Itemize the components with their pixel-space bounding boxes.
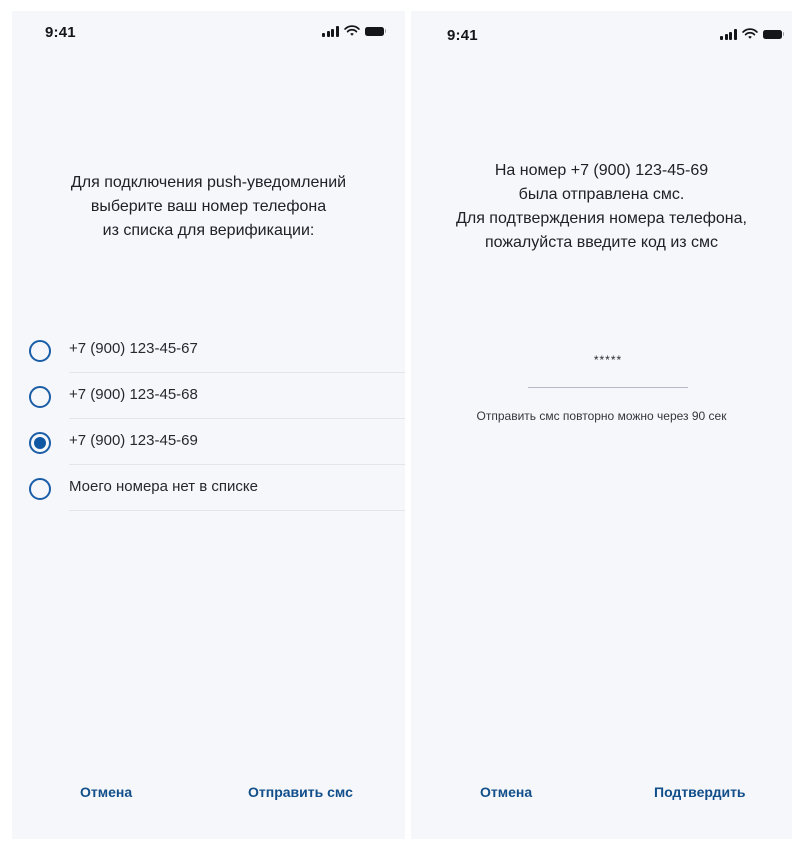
radio-button[interactable] — [29, 386, 51, 408]
radio-button[interactable] — [29, 478, 51, 500]
cancel-button[interactable]: Отмена — [80, 784, 132, 800]
phone-option-label: +7 (900) 123-45-68 — [69, 386, 198, 403]
resend-countdown: Отправить смс повторно можно через 90 се… — [476, 409, 727, 423]
phone-option-label: +7 (900) 123-45-67 — [69, 340, 198, 357]
select-phone-screen: 9:41 Для подключения push-уведомлений вы… — [12, 11, 405, 839]
wifi-icon — [741, 28, 758, 39]
radio-button-selected[interactable] — [29, 432, 51, 454]
phone-option-1[interactable]: +7 (900) 123-45-67 — [12, 327, 405, 373]
phone-option-3[interactable]: +7 (900) 123-45-69 — [12, 419, 405, 465]
status-time: 9:41 — [45, 24, 76, 41]
sms-sent-message: На номер +7 (900) 123-45-69 была отправл… — [456, 162, 747, 251]
status-bar: 9:41 — [411, 11, 792, 55]
radio-button[interactable] — [29, 340, 51, 362]
phone-option-2[interactable]: +7 (900) 123-45-68 — [12, 373, 405, 419]
input-underline — [528, 387, 688, 388]
sms-code-value: ***** — [593, 353, 623, 367]
sms-code-input[interactable]: ***** — [528, 350, 688, 388]
phone-option-label: +7 (900) 123-45-69 — [69, 432, 198, 449]
confirm-code-screen: 9:41 На номер +7 (900) 123-45-69 была от… — [411, 11, 792, 839]
send-sms-button[interactable]: Отправить смс — [248, 784, 353, 800]
option-divider — [69, 510, 405, 511]
phone-option-list: +7 (900) 123-45-67 +7 (900) 123-45-68 +7… — [12, 327, 405, 511]
battery-icon — [762, 29, 784, 39]
status-icons — [720, 28, 784, 40]
battery-icon — [364, 26, 386, 36]
phone-option-not-listed[interactable]: Моего номера нет в списке — [12, 465, 405, 511]
wifi-icon — [343, 25, 360, 36]
status-icons — [322, 25, 386, 37]
signal-icon — [720, 28, 737, 40]
signal-icon — [322, 25, 339, 37]
phone-option-label: Моего номера нет в списке — [69, 478, 259, 495]
status-time: 9:41 — [447, 27, 478, 44]
confirm-button[interactable]: Подтвердить — [654, 784, 746, 800]
status-bar: 9:41 — [12, 11, 405, 55]
phone-select-prompt: Для подключения push-уведомлений выберит… — [70, 174, 347, 239]
cancel-button[interactable]: Отмена — [480, 784, 532, 800]
